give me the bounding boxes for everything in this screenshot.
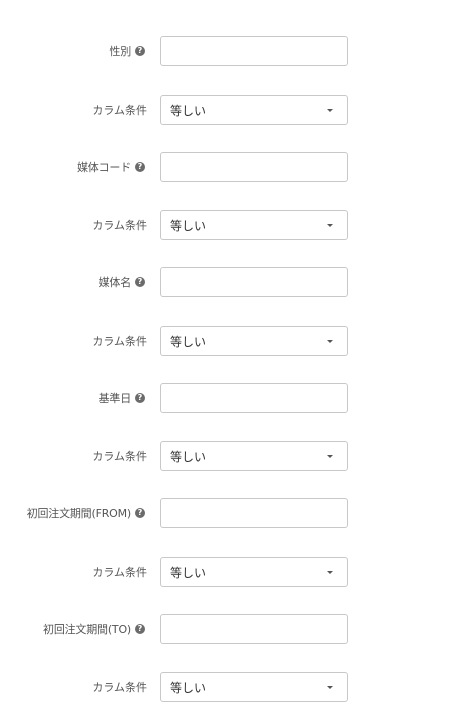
condition-select-value: 等しい	[170, 103, 207, 118]
form-row-condition: カラム条件 等しい	[0, 326, 453, 356]
field-label-text: 初回注文期間(TO)	[43, 623, 131, 636]
form-row-media-code: 媒体コード ?	[0, 152, 453, 182]
field-label: 基準日 ?	[99, 383, 145, 413]
chevron-down-icon	[327, 109, 333, 112]
condition-select[interactable]: 等しい	[160, 210, 348, 240]
form-row-condition: カラム条件 等しい	[0, 557, 453, 587]
field-label-text: 初回注文期間(FROM)	[26, 507, 132, 520]
condition-select-value: 等しい	[170, 565, 207, 580]
condition-select[interactable]: 等しい	[160, 95, 348, 125]
field-label: 性別 ?	[109, 36, 145, 66]
form-row-base-date: 基準日 ?	[0, 383, 453, 413]
chevron-down-icon	[327, 224, 333, 227]
form-row-condition: カラム条件 等しい	[0, 672, 453, 702]
field-label: 媒体コード ?	[77, 152, 145, 182]
media-code-input[interactable]	[160, 152, 348, 182]
form-row-gender: 性別 ?	[0, 36, 453, 66]
condition-select[interactable]: 等しい	[160, 672, 348, 702]
question-circle-icon[interactable]: ?	[135, 277, 145, 287]
base-date-input[interactable]	[160, 383, 348, 413]
chevron-down-icon	[327, 455, 333, 458]
media-name-input[interactable]	[160, 267, 348, 297]
gender-input[interactable]	[160, 36, 348, 66]
form-row-condition: カラム条件 等しい	[0, 210, 453, 240]
condition-label: カラム条件	[92, 104, 147, 117]
chevron-down-icon	[327, 686, 333, 689]
condition-select[interactable]: 等しい	[160, 441, 348, 471]
condition-select[interactable]: 等しい	[160, 326, 348, 356]
form-row-first-order-to: 初回注文期間(TO) ?	[0, 614, 453, 644]
condition-select-value: 等しい	[170, 218, 207, 233]
field-label: 媒体名 ?	[99, 267, 145, 297]
condition-label: カラム条件	[92, 219, 147, 232]
field-label-text: 媒体コード	[77, 161, 131, 174]
form-row-condition: カラム条件 等しい	[0, 441, 453, 471]
condition-select-value: 等しい	[170, 680, 207, 695]
condition-label: カラム条件	[92, 681, 147, 694]
question-circle-icon[interactable]: ?	[135, 624, 145, 634]
condition-label: カラム条件	[92, 566, 147, 579]
question-circle-icon[interactable]: ?	[135, 162, 145, 172]
first-order-from-input[interactable]	[160, 498, 348, 528]
field-label-text: 基準日	[98, 392, 132, 405]
form-row-first-order-from: 初回注文期間(FROM) ?	[0, 498, 453, 528]
chevron-down-icon	[327, 571, 333, 574]
field-label-text: 媒体名	[98, 276, 132, 289]
field-label: 初回注文期間(FROM) ?	[27, 498, 145, 528]
question-circle-icon[interactable]: ?	[135, 508, 145, 518]
field-label: 初回注文期間(TO) ?	[43, 614, 145, 644]
form-row-media-name: 媒体名 ?	[0, 267, 453, 297]
condition-select-value: 等しい	[170, 334, 207, 349]
first-order-to-input[interactable]	[160, 614, 348, 644]
question-circle-icon[interactable]: ?	[135, 393, 145, 403]
chevron-down-icon	[327, 340, 333, 343]
condition-select-value: 等しい	[170, 449, 207, 464]
question-circle-icon[interactable]: ?	[135, 46, 145, 56]
condition-label: カラム条件	[92, 335, 147, 348]
field-label-text: 性別	[109, 45, 131, 58]
condition-label: カラム条件	[92, 450, 147, 463]
condition-select[interactable]: 等しい	[160, 557, 348, 587]
form-row-condition: カラム条件 等しい	[0, 95, 453, 125]
